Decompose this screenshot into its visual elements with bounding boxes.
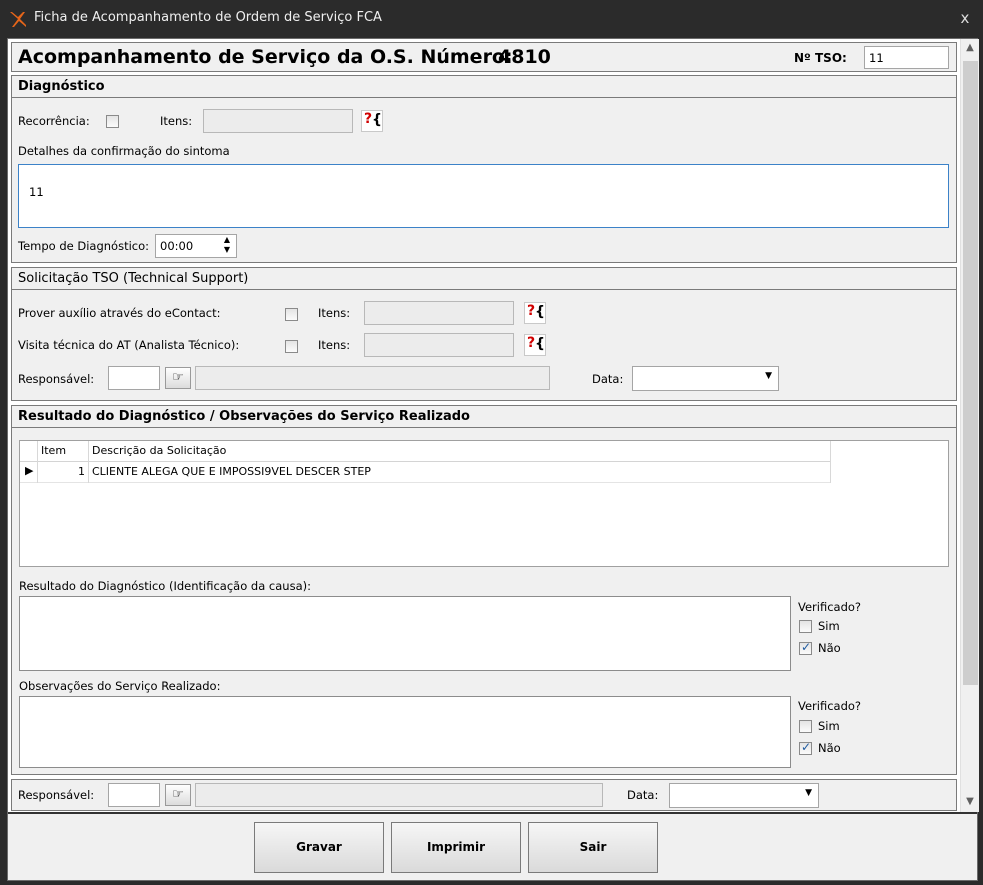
- footer-pointer-hand-icon[interactable]: ☞: [165, 784, 191, 806]
- obs-nao-label: Não: [818, 741, 841, 755]
- tso-responsavel-label: Responsável:: [18, 372, 95, 386]
- detalhes-value: 11: [29, 185, 44, 199]
- tso-data-dropdown[interactable]: ▼: [632, 366, 779, 391]
- footer-responsavel-label: Responsável:: [18, 788, 95, 802]
- econtact-label: Prover auxílio através do eContact:: [18, 306, 221, 320]
- recorrencia-checkbox[interactable]: [106, 115, 119, 128]
- resultado-nao-checkbox[interactable]: [799, 640, 812, 655]
- scroll-down-icon[interactable]: ▼: [961, 793, 979, 811]
- x-logo-icon: [10, 12, 26, 27]
- scroll-up-icon[interactable]: ▲: [961, 39, 979, 57]
- page-title: Acompanhamento de Serviço da O.S. Número…: [18, 46, 513, 68]
- resultado-diagnostico-label: Resultado do Diagnóstico (Identificação …: [19, 579, 311, 593]
- chevron-down-icon: ▼: [765, 371, 772, 381]
- footer-responsavel-name-input: [195, 783, 603, 807]
- grid-divider: [88, 441, 89, 483]
- client-area: Acompanhamento de Serviço da O.S. Número…: [7, 38, 979, 881]
- header-panel: Acompanhamento de Serviço da O.S. Número…: [11, 42, 957, 72]
- obs-sim-label: Sim: [818, 719, 840, 733]
- obs-verificado-label: Verificado?: [798, 699, 862, 713]
- observacoes-textarea[interactable]: [19, 696, 791, 768]
- tso-number-input[interactable]: 11: [864, 46, 949, 69]
- visita-help-icon[interactable]: ?{: [524, 334, 546, 356]
- grid-col-descricao: Descrição da Solicitação: [92, 444, 227, 457]
- resultado-diagnostico-textarea[interactable]: [19, 596, 791, 671]
- os-number: 4810: [498, 46, 551, 68]
- grid-header: Item Descrição da Solicitação: [20, 441, 830, 462]
- spinner-arrows-icon[interactable]: ▲ ▼: [224, 235, 230, 255]
- title-bar: Ficha de Acompanhamento de Ordem de Serv…: [0, 0, 983, 38]
- tso-number-value: 11: [869, 51, 884, 65]
- resultado-sim-label: Sim: [818, 619, 840, 633]
- tso-pointer-hand-icon[interactable]: ☞: [165, 367, 191, 389]
- resultado-panel: Resultado do Diagnóstico / Observações d…: [11, 405, 957, 775]
- chevron-down-icon: ▼: [805, 788, 812, 798]
- recorrencia-label: Recorrência:: [18, 114, 90, 128]
- footer-responsavel-input[interactable]: [108, 783, 160, 807]
- vertical-scrollbar[interactable]: ▲ ▼: [960, 39, 979, 812]
- tso-data-label: Data:: [592, 372, 624, 386]
- footer-data-label: Data:: [627, 788, 659, 802]
- detalhes-textarea[interactable]: 11: [18, 164, 949, 228]
- tempo-value: 00:00: [160, 239, 194, 253]
- grid-col-item: Item: [41, 444, 67, 457]
- verificado-label: Verificado?: [798, 600, 862, 614]
- obs-nao-checkbox[interactable]: [799, 740, 812, 755]
- visita-checkbox[interactable]: [285, 340, 298, 353]
- diagnostico-itens-help-icon[interactable]: ?{: [361, 110, 383, 132]
- sair-button[interactable]: Sair: [528, 822, 658, 873]
- window-title: Ficha de Acompanhamento de Ordem de Serv…: [34, 10, 382, 25]
- footer-data-dropdown[interactable]: ▼: [669, 783, 819, 808]
- row-pointer-icon: ▶: [25, 464, 34, 477]
- resultado-title: Resultado do Diagnóstico / Observações d…: [12, 406, 956, 428]
- tso-responsavel-name-input: [195, 366, 550, 390]
- diagnostico-itens-input[interactable]: [203, 109, 353, 133]
- obs-sim-checkbox[interactable]: [799, 720, 812, 733]
- econtact-itens-label: Itens:: [318, 306, 351, 320]
- row-item: 1: [78, 465, 85, 478]
- window: Ficha de Acompanhamento de Ordem de Serv…: [0, 0, 983, 885]
- econtact-checkbox[interactable]: [285, 308, 298, 321]
- grid-divider: [37, 441, 38, 483]
- visita-label: Visita técnica do AT (Analista Técnico):: [18, 338, 240, 352]
- close-button[interactable]: x: [955, 8, 975, 28]
- visita-itens-input[interactable]: [364, 333, 514, 357]
- observacoes-label: Observações do Serviço Realizado:: [19, 679, 221, 693]
- grid-divider: [830, 441, 831, 483]
- table-row[interactable]: ▶ 1 CLIENTE ALEGA QUE E IMPOSSI9VEL DESC…: [20, 462, 830, 483]
- visita-itens-label: Itens:: [318, 338, 351, 352]
- diagnostico-title: Diagnóstico: [12, 76, 956, 98]
- econtact-help-icon[interactable]: ?{: [524, 302, 546, 324]
- row-descricao: CLIENTE ALEGA QUE E IMPOSSI9VEL DESCER S…: [92, 465, 371, 478]
- tempo-spinner[interactable]: 00:00 ▲ ▼: [155, 234, 237, 258]
- itens-label: Itens:: [160, 114, 193, 128]
- tempo-label: Tempo de Diagnóstico:: [18, 239, 150, 253]
- gravar-button[interactable]: Gravar: [254, 822, 384, 873]
- tso-responsavel-input[interactable]: [108, 366, 160, 390]
- resultado-sim-checkbox[interactable]: [799, 620, 812, 633]
- tso-label: Nº TSO:: [794, 51, 847, 65]
- resultado-nao-label: Não: [818, 641, 841, 655]
- scrollbar-thumb[interactable]: [963, 61, 978, 685]
- footer-responsavel-panel: Responsável: ☞ Data: ▼: [11, 779, 957, 811]
- econtact-itens-input[interactable]: [364, 301, 514, 325]
- diagnostico-panel: Diagnóstico Recorrência: Itens: ?{ Detal…: [11, 75, 957, 263]
- detalhes-label: Detalhes da confirmação do sintoma: [18, 144, 230, 158]
- tso-title: Solicitação TSO (Technical Support): [12, 268, 956, 290]
- divider: [8, 812, 977, 814]
- solicitacao-grid[interactable]: Item Descrição da Solicitação ▶ 1 CLIENT…: [19, 440, 949, 567]
- imprimir-button[interactable]: Imprimir: [391, 822, 521, 873]
- scroll-area: Acompanhamento de Serviço da O.S. Número…: [8, 39, 960, 812]
- tso-panel: Solicitação TSO (Technical Support) Prov…: [11, 267, 957, 401]
